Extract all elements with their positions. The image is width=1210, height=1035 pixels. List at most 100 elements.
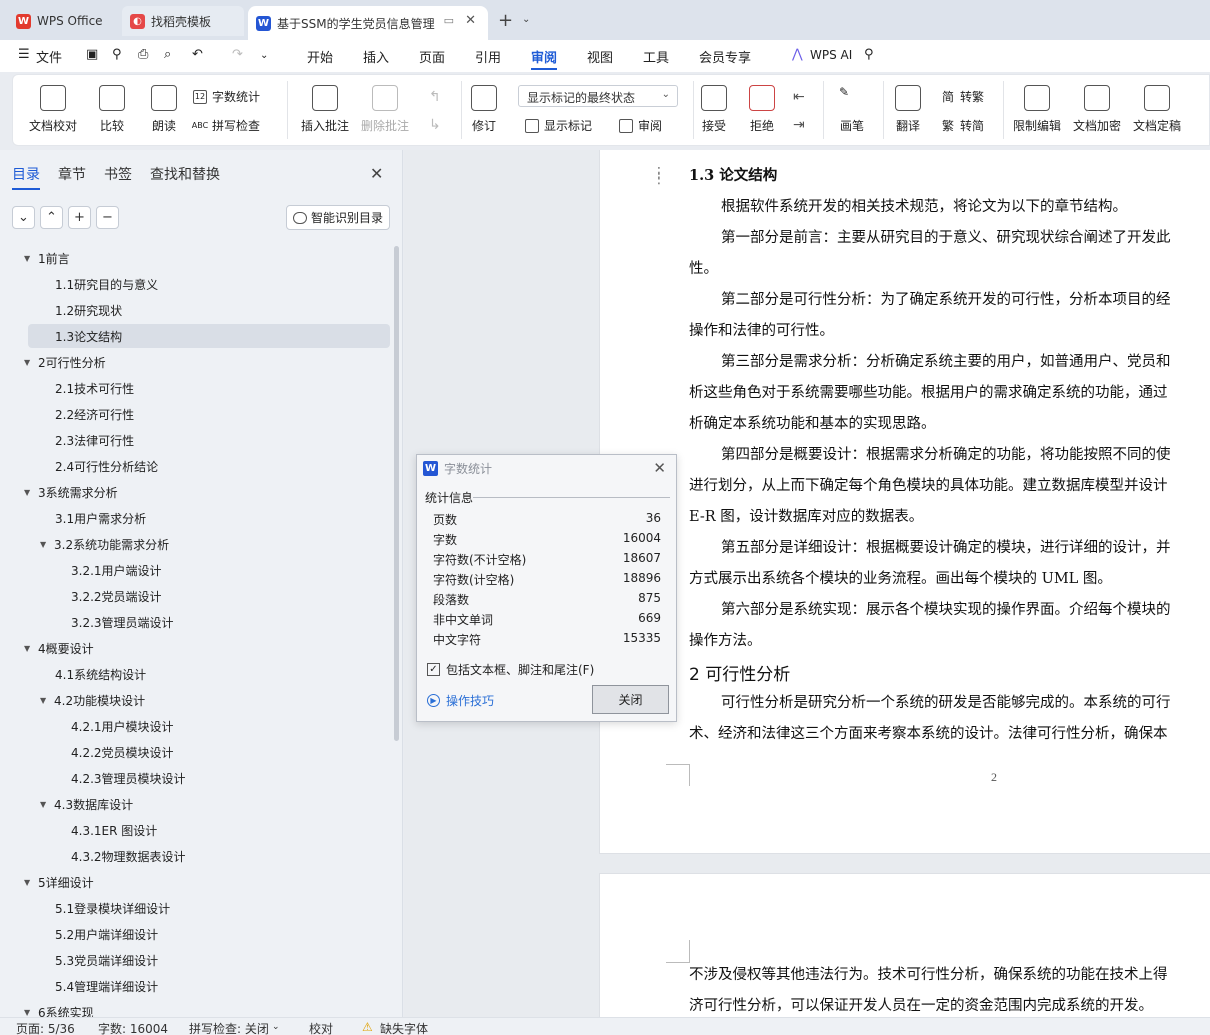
close-button[interactable]: 关闭 [592,685,669,714]
menu-tab-reference[interactable]: 引用 [475,47,501,66]
toc-item[interactable]: 5.2用户端详细设计 [55,922,158,946]
remove-heading-button[interactable]: − [96,206,119,229]
drag-handle-icon[interactable]: ⋮ ⋮ [652,166,666,186]
include-footnotes-checkbox[interactable]: ✓ 包括文本框、脚注和尾注(F) [427,661,594,678]
menu-tab-member[interactable]: 会员专享 [699,47,751,66]
compare-button[interactable]: 比较 [99,85,125,134]
collapse-up-button[interactable]: ⌃ [40,206,63,229]
toc-item[interactable]: 2.3法律可行性 [55,428,134,452]
toc-item[interactable]: 4.3.1ER 图设计 [71,818,157,842]
toc-item[interactable]: 5.4管理端详细设计 [55,974,158,998]
toc-item[interactable]: 3.2.3管理员端设计 [71,610,174,634]
toc-item[interactable]: 4.1系统结构设计 [55,662,146,686]
next-comment-icon[interactable]: ↳ [429,117,441,133]
doc-check-button[interactable]: 文档校对 [29,85,77,134]
collapse-down-button[interactable]: ⌄ [12,206,35,229]
menu-tab-page[interactable]: 页面 [419,47,445,66]
prev-revision-icon[interactable]: ⇤ [793,89,805,105]
expand-arrow-icon[interactable]: ▼ [24,488,32,497]
smart-toc-button[interactable]: 智能识别目录 [286,205,390,230]
finalize-button[interactable]: 文档定稿 [1133,85,1181,134]
toc-item[interactable]: 5.1登录模块详细设计 [55,896,170,920]
spell-chevron-icon[interactable]: ⌄ [272,1022,280,1032]
nav-tab-toc[interactable]: 目录 [12,164,40,184]
toc-item[interactable]: ▼ 3系统需求分析 [24,480,118,504]
menu-tab-start[interactable]: 开始 [307,47,333,66]
wps-ai-icon[interactable]: ⋀ [792,47,803,62]
markup-state-dropdown[interactable]: 显示标记的最终状态 ⌄ [518,85,678,107]
menu-tab-view[interactable]: 视图 [587,47,613,66]
toc-scrollbar[interactable] [394,246,399,741]
expand-arrow-icon[interactable]: ▼ [24,358,32,367]
save-icon[interactable]: ▣ [86,47,98,62]
encrypt-button[interactable]: 文档加密 [1073,85,1121,134]
expand-arrow-icon[interactable]: ▼ [24,878,32,887]
redo-icon[interactable]: ↷ [232,47,243,62]
toc-item[interactable]: ▼ 5详细设计 [24,870,94,894]
toc-item[interactable]: ▼ 4.3数据库设计 [40,792,133,816]
menu-wps-ai[interactable]: WPS AI [810,48,852,62]
close-icon[interactable]: ✕ [653,459,666,477]
read-aloud-button[interactable]: 朗读 [151,85,177,134]
menu-file[interactable]: 文件 [36,47,62,66]
toc-item[interactable]: 1.3论文结构 [28,324,390,348]
tab-close-icon[interactable]: ✕ [465,13,476,28]
close-panel-icon[interactable]: ✕ [370,164,383,183]
tab-document[interactable]: W 基于SSM的学生党员信息管理 ▭ ✕ [248,6,488,40]
prev-comment-icon[interactable]: ↰ [429,89,441,105]
translate-button[interactable]: 翻译 [895,85,921,134]
search-icon[interactable]: ⚲ [864,47,874,62]
share-icon[interactable]: ⚲ [112,47,122,62]
print-icon[interactable]: ⎙ [138,47,148,62]
menu-tab-tools[interactable]: 工具 [643,47,669,66]
toc-item[interactable]: 3.1用户需求分析 [55,506,146,530]
tab-template[interactable]: ◐ 找稻壳模板 [122,6,244,36]
toc-item[interactable]: ▼ 2可行性分析 [24,350,106,374]
status-page[interactable]: 页面: 5/36 [16,1020,75,1035]
new-tab-icon[interactable]: + [498,10,513,31]
to-simplified-button[interactable]: 繁 转简 [941,117,984,134]
toc-item[interactable]: 1.2研究现状 [55,298,122,322]
status-word-count[interactable]: 字数: 16004 [98,1020,168,1035]
delete-comment-button[interactable]: 删除批注 [361,85,409,134]
show-markup-button[interactable]: 显示标记 [525,117,592,134]
spell-check-button[interactable]: ABC 拼写检查 [192,117,260,134]
add-heading-button[interactable]: + [68,206,91,229]
toc-item[interactable]: 3.2.2党员端设计 [71,584,162,608]
accept-button[interactable]: 接受 [701,85,727,134]
menu-tab-review[interactable]: 审阅 [531,47,557,66]
reject-button[interactable]: 拒绝 [749,85,775,134]
quick-access-chevron-icon[interactable]: ⌄ [260,50,268,61]
print-preview-icon[interactable]: ⌕ [164,47,171,62]
toc-item[interactable]: 2.2经济可行性 [55,402,134,426]
status-spell-check[interactable]: 拼写检查: 关闭 [189,1020,269,1035]
nav-tab-chapter[interactable]: 章节 [58,164,86,184]
insert-comment-button[interactable]: 插入批注 [301,85,349,134]
pen-button[interactable]: ✎ 画笔 [839,85,865,134]
status-missing-font[interactable]: 缺失字体 [380,1020,428,1035]
review-pane-button[interactable]: 审阅 [619,117,662,134]
expand-arrow-icon[interactable]: ▼ [40,800,48,809]
tips-link[interactable]: ▶ 操作技巧 [427,692,494,709]
hamburger-icon[interactable]: ☰ [18,47,30,62]
tab-window-icon[interactable]: ▭ [444,14,454,27]
next-revision-icon[interactable]: ⇥ [793,117,805,133]
word-count-button[interactable]: 12 字数统计 [193,88,260,105]
to-traditional-button[interactable]: 简 转繁 [941,88,984,105]
toc-item[interactable]: 5.3党员端详细设计 [55,948,158,972]
toc-item[interactable]: 3.2.1用户端设计 [71,558,162,582]
menu-tab-insert[interactable]: 插入 [363,47,389,66]
tab-wps-office[interactable]: W WPS Office [6,6,118,36]
undo-icon[interactable]: ↶ [192,47,203,62]
toc-item[interactable]: 2.1技术可行性 [55,376,134,400]
expand-arrow-icon[interactable]: ▼ [24,644,32,653]
toc-item[interactable]: 2.4可行性分析结论 [55,454,158,478]
restrict-edit-button[interactable]: 限制编辑 [1013,85,1061,134]
expand-arrow-icon[interactable]: ▼ [24,1008,32,1017]
toc-item[interactable]: 4.3.2物理数据表设计 [71,844,186,868]
toc-item[interactable]: ▼ 3.2系统功能需求分析 [40,532,169,556]
toc-item[interactable]: 1.1研究目的与意义 [55,272,158,296]
expand-arrow-icon[interactable]: ▼ [40,696,48,705]
expand-arrow-icon[interactable]: ▼ [24,254,32,263]
tab-list-chevron-icon[interactable]: ⌄ [522,14,530,25]
